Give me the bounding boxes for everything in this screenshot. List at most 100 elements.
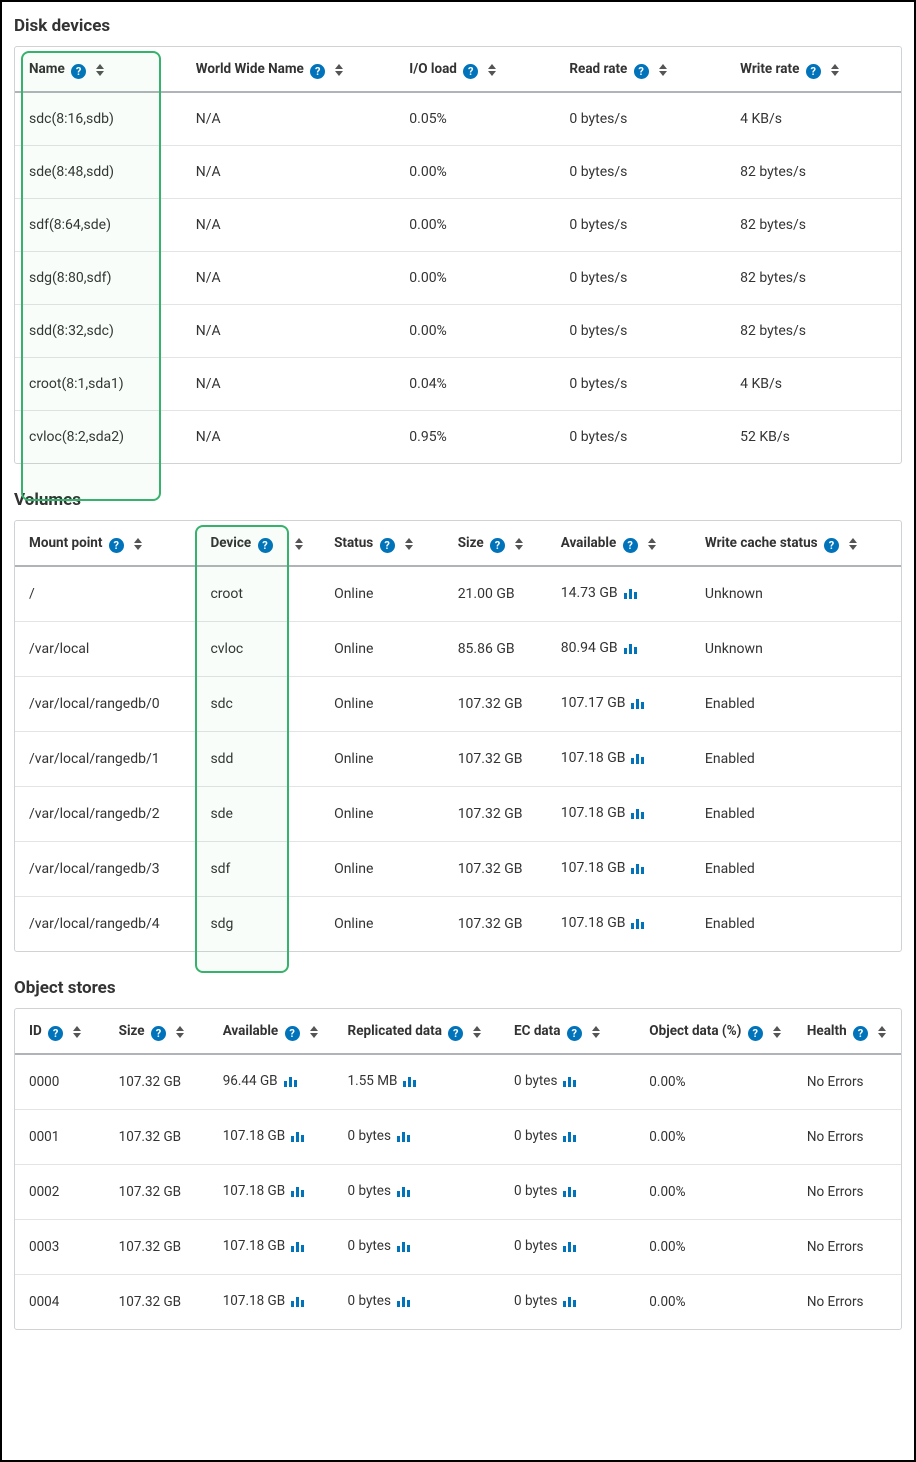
disk-wwn: N/A — [186, 92, 399, 146]
bar-chart-icon[interactable] — [631, 917, 646, 929]
disk-io: 0.05% — [399, 92, 559, 146]
help-icon[interactable]: ? — [806, 64, 821, 79]
sort-icon[interactable] — [96, 64, 104, 76]
help-icon[interactable]: ? — [853, 1026, 868, 1041]
sort-icon[interactable] — [73, 1026, 81, 1038]
sort-icon[interactable] — [405, 538, 413, 550]
bar-chart-icon[interactable] — [563, 1240, 578, 1252]
sort-icon[interactable] — [592, 1026, 600, 1038]
sort-icon[interactable] — [659, 64, 667, 76]
bar-chart-icon[interactable] — [397, 1130, 412, 1142]
col-wwn[interactable]: World Wide Name ? — [186, 47, 399, 92]
bar-chart-icon[interactable] — [291, 1295, 306, 1307]
sort-icon[interactable] — [473, 1026, 481, 1038]
col-wcache[interactable]: Write cache status ? — [695, 521, 901, 566]
bar-chart-icon[interactable] — [291, 1240, 306, 1252]
sort-icon[interactable] — [488, 64, 496, 76]
bar-chart-icon[interactable] — [291, 1130, 306, 1142]
bar-chart-icon[interactable] — [624, 642, 639, 654]
disk-devices-title: Disk devices — [14, 16, 902, 36]
sort-icon[interactable] — [515, 538, 523, 550]
col-device[interactable]: Device ? — [200, 521, 324, 566]
col-size[interactable]: Size ? — [448, 521, 551, 566]
vol-status: Online — [324, 732, 448, 787]
vol-avail: 107.18 GB — [551, 842, 695, 897]
col-avail[interactable]: Available ? — [213, 1009, 338, 1054]
col-obj-label: Object data (%) — [649, 1023, 741, 1039]
table-row: croot(8:1,sda1)N/A0.04%0 bytes/s4 KB/s — [15, 358, 901, 411]
vol-mount: /var/local/rangedb/1 — [15, 732, 200, 787]
help-icon[interactable]: ? — [567, 1026, 582, 1041]
bar-chart-icon[interactable] — [563, 1130, 578, 1142]
obj-avail: 107.18 GB — [213, 1165, 338, 1220]
col-status[interactable]: Status ? — [324, 521, 448, 566]
help-icon[interactable]: ? — [380, 538, 395, 553]
help-icon[interactable]: ? — [310, 64, 325, 79]
col-repl[interactable]: Replicated data ? — [338, 1009, 504, 1054]
help-icon[interactable]: ? — [109, 538, 124, 553]
col-ec-label: EC data — [514, 1023, 560, 1039]
vol-status: Online — [324, 787, 448, 842]
col-io[interactable]: I/O load ? — [399, 47, 559, 92]
disk-io: 0.00% — [399, 305, 559, 358]
bar-chart-icon[interactable] — [397, 1240, 412, 1252]
sort-icon[interactable] — [831, 64, 839, 76]
disk-read: 0 bytes/s — [559, 305, 730, 358]
bar-chart-icon[interactable] — [624, 587, 639, 599]
vol-device: sdc — [200, 677, 324, 732]
sort-icon[interactable] — [335, 64, 343, 76]
help-icon[interactable]: ? — [623, 538, 638, 553]
sort-icon[interactable] — [310, 1026, 318, 1038]
disk-io: 0.00% — [399, 252, 559, 305]
col-avail[interactable]: Available ? — [551, 521, 695, 566]
bar-chart-icon[interactable] — [631, 862, 646, 874]
obj-size: 107.32 GB — [109, 1165, 213, 1220]
vol-wcache: Unknown — [695, 622, 901, 677]
col-read[interactable]: Read rate ? — [559, 47, 730, 92]
help-icon[interactable]: ? — [285, 1026, 300, 1041]
help-icon[interactable]: ? — [748, 1026, 763, 1041]
vol-avail: 80.94 GB — [551, 622, 695, 677]
bar-chart-icon[interactable] — [563, 1185, 578, 1197]
sort-icon[interactable] — [773, 1026, 781, 1038]
obj-ec: 0 bytes — [504, 1165, 639, 1220]
help-icon[interactable]: ? — [71, 64, 86, 79]
sort-icon[interactable] — [134, 538, 142, 550]
vol-avail: 107.18 GB — [551, 732, 695, 787]
col-ec[interactable]: EC data ? — [504, 1009, 639, 1054]
bar-chart-icon[interactable] — [563, 1295, 578, 1307]
bar-chart-icon[interactable] — [397, 1185, 412, 1197]
help-icon[interactable]: ? — [151, 1026, 166, 1041]
help-icon[interactable]: ? — [258, 538, 273, 553]
sort-icon[interactable] — [295, 538, 303, 550]
col-size[interactable]: Size ? — [109, 1009, 213, 1054]
sort-icon[interactable] — [849, 538, 857, 550]
bar-chart-icon[interactable] — [631, 697, 646, 709]
help-icon[interactable]: ? — [448, 1026, 463, 1041]
bar-chart-icon[interactable] — [291, 1185, 306, 1197]
help-icon[interactable]: ? — [824, 538, 839, 553]
bar-chart-icon[interactable] — [403, 1075, 418, 1087]
sort-icon[interactable] — [878, 1026, 886, 1038]
obj-obj: 0.00% — [639, 1054, 797, 1110]
sort-icon[interactable] — [176, 1026, 184, 1038]
col-name[interactable]: Name ? — [15, 47, 186, 92]
help-icon[interactable]: ? — [634, 64, 649, 79]
col-health[interactable]: Health ? — [797, 1009, 901, 1054]
bar-chart-icon[interactable] — [563, 1075, 578, 1087]
col-id[interactable]: ID ? — [15, 1009, 109, 1054]
bar-chart-icon[interactable] — [631, 807, 646, 819]
disk-devices-panel: Name ? World Wide Name ? I/O load ? Read… — [14, 46, 902, 464]
table-row: sdg(8:80,sdf)N/A0.00%0 bytes/s82 bytes/s — [15, 252, 901, 305]
help-icon[interactable]: ? — [463, 64, 478, 79]
help-icon[interactable]: ? — [48, 1026, 63, 1041]
col-write[interactable]: Write rate ? — [730, 47, 901, 92]
disk-write: 82 bytes/s — [730, 146, 901, 199]
col-obj[interactable]: Object data (%) ? — [639, 1009, 797, 1054]
bar-chart-icon[interactable] — [397, 1295, 412, 1307]
bar-chart-icon[interactable] — [284, 1075, 299, 1087]
col-mount[interactable]: Mount point ? — [15, 521, 200, 566]
bar-chart-icon[interactable] — [631, 752, 646, 764]
sort-icon[interactable] — [648, 538, 656, 550]
help-icon[interactable]: ? — [490, 538, 505, 553]
